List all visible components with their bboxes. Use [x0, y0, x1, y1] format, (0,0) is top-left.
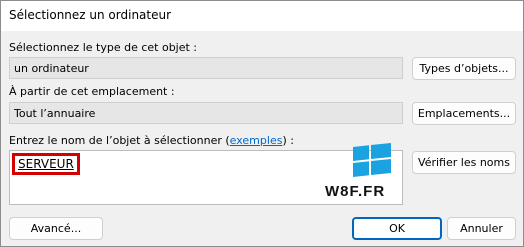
object-type-field: un ordinateur — [9, 57, 403, 79]
object-name-label: Entrez le nom de l’objet à sélectionner … — [9, 134, 294, 147]
select-computer-dialog: Sélectionnez un ordinateur Sélectionnez … — [0, 0, 524, 247]
cancel-button[interactable]: Annuler — [447, 217, 516, 240]
advanced-button[interactable]: Avancé... — [9, 217, 103, 240]
entered-name: SERVEUR — [18, 157, 74, 171]
object-name-label-suffix: ) : — [282, 134, 294, 147]
dialog-title: Sélectionnez un ordinateur — [9, 8, 172, 22]
location-field: Tout l’annuaire — [9, 102, 403, 124]
watermark-text: W8F.FR — [325, 183, 386, 200]
locations-button[interactable]: Emplacements... — [412, 102, 516, 125]
object-types-button[interactable]: Types d’objets... — [412, 57, 516, 80]
entered-name-highlight: SERVEUR — [12, 153, 80, 175]
location-value: Tout l’annuaire — [14, 107, 96, 120]
windows-logo-icon — [343, 142, 399, 187]
ok-button[interactable]: OK — [352, 217, 442, 240]
check-names-button[interactable]: Vérifier les noms — [412, 151, 516, 174]
location-label: À partir de cet emplacement : — [9, 85, 175, 98]
object-type-value: un ordinateur — [14, 62, 89, 75]
examples-link[interactable]: exemples — [230, 134, 283, 147]
title-bar: Sélectionnez un ordinateur — [1, 1, 523, 31]
object-name-label-prefix: Entrez le nom de l’objet à sélectionner … — [9, 134, 230, 147]
object-type-label: Sélectionnez le type de cet objet : — [9, 41, 198, 54]
